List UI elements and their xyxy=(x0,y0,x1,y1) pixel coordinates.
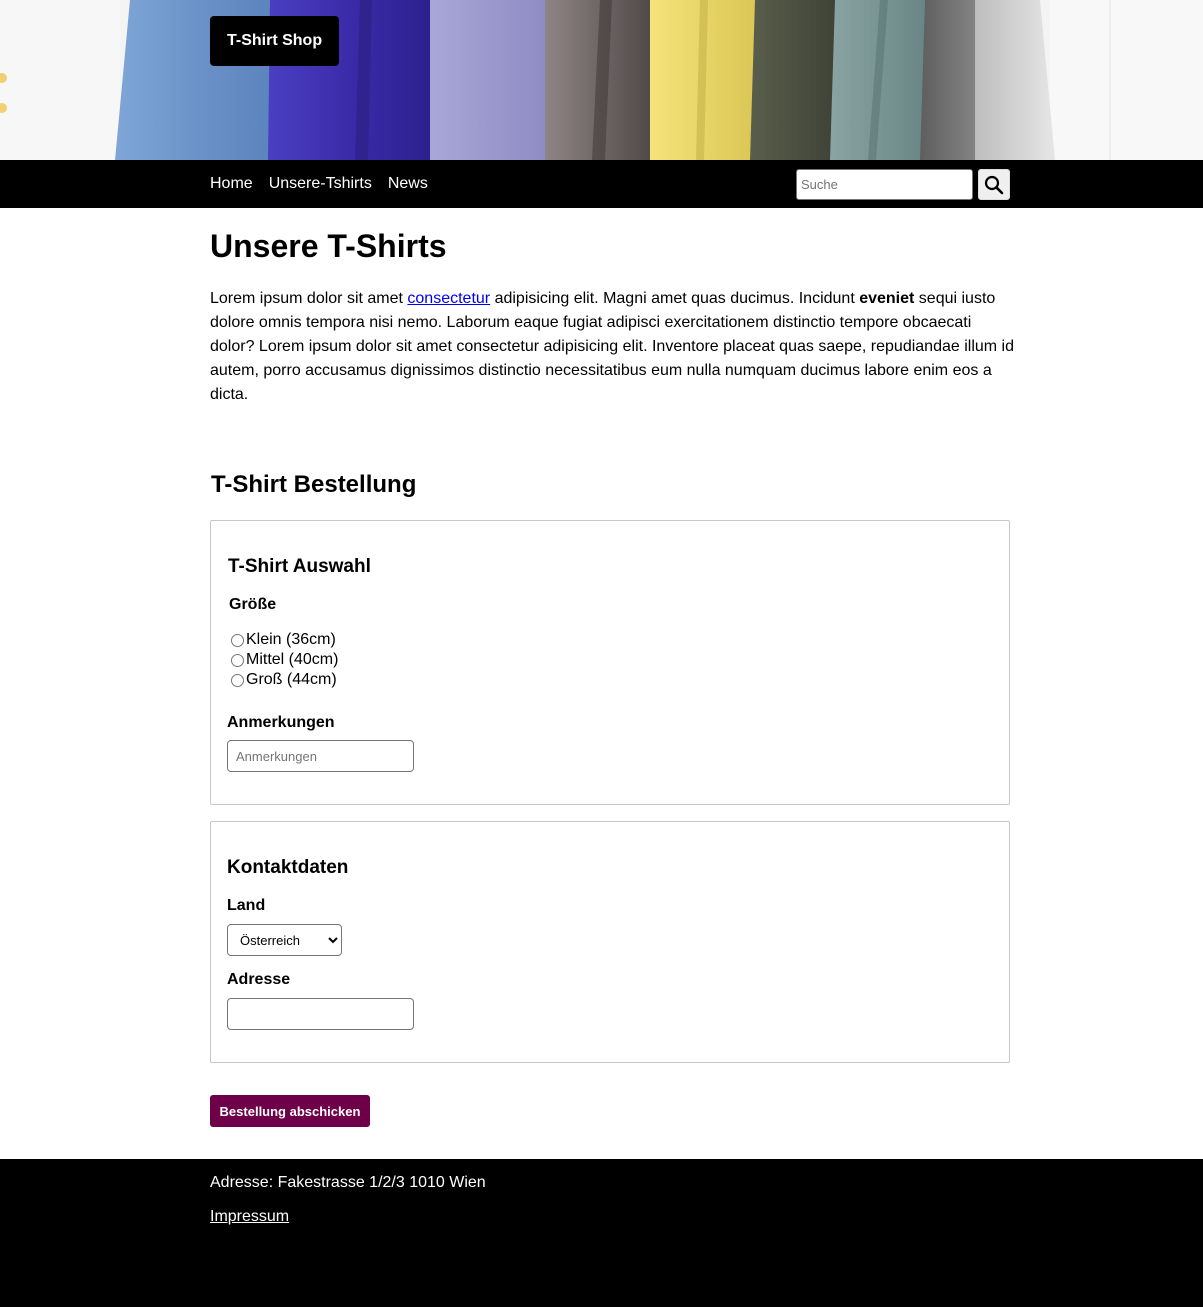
country-select[interactable]: Österreich xyxy=(227,924,342,956)
size-option-label: Groß (44cm) xyxy=(246,671,337,688)
search-input[interactable] xyxy=(796,169,973,200)
contact-legend: Kontaktdaten xyxy=(227,857,349,878)
intro-link[interactable]: consectetur xyxy=(407,290,490,307)
notes-input[interactable] xyxy=(227,740,414,772)
tshirt-selection-legend: T-Shirt Auswahl xyxy=(228,556,371,577)
nav-link-home[interactable]: Home xyxy=(210,175,253,193)
size-option-medium[interactable]: Mittel (40cm) xyxy=(231,650,338,670)
main-content: Unsere T-Shirts Lorem ipsum dolor sit am… xyxy=(0,208,1203,1159)
intro-text-2: adipisicing elit. Magni amet quas ducimu… xyxy=(490,290,860,307)
search-icon xyxy=(984,175,1004,194)
order-section-title: T-Shirt Bestellung xyxy=(211,471,417,498)
size-option-label: Mittel (40cm) xyxy=(246,651,339,668)
size-label: Größe xyxy=(229,596,277,613)
page-title: Unsere T-Shirts xyxy=(210,228,447,264)
country-label: Land xyxy=(227,897,266,914)
size-option-label: Klein (36cm) xyxy=(246,631,336,648)
tshirt-selection-fieldset: T-Shirt Auswahl Größe Klein (36cm) Mitte… xyxy=(210,520,1010,805)
nav-link-unsere-tshirts[interactable]: Unsere-Tshirts xyxy=(269,175,372,193)
search-button[interactable] xyxy=(978,169,1010,200)
contact-fieldset: Kontaktdaten Land Österreich Adresse xyxy=(210,821,1010,1063)
shop-logo[interactable]: T-Shirt Shop xyxy=(210,16,340,66)
hero-banner: T-Shirt Shop xyxy=(0,0,1203,160)
intro-paragraph: Lorem ipsum dolor sit amet consectetur a… xyxy=(210,287,1015,407)
intro-text-1: Lorem ipsum dolor sit amet xyxy=(210,290,408,307)
footer: Adresse: Fakestrasse 1/2/3 1010 Wien Imp… xyxy=(0,1159,1203,1307)
footer-address: Adresse: Fakestrasse 1/2/3 1010 Wien xyxy=(210,1174,486,1191)
nav-links: Home Unsere-Tshirts News xyxy=(210,160,444,208)
address-input[interactable] xyxy=(227,998,414,1030)
nav-link-news[interactable]: News xyxy=(388,175,428,193)
size-option-large[interactable]: Groß (44cm) xyxy=(231,670,337,690)
size-radio-medium[interactable] xyxy=(231,653,244,667)
notes-label: Anmerkungen xyxy=(227,714,335,731)
submit-order-button[interactable]: Bestellung abschicken xyxy=(210,1095,370,1127)
tshirts-hero-image xyxy=(0,0,1203,160)
intro-bold-word: eveniet xyxy=(859,290,915,307)
size-radio-large[interactable] xyxy=(231,673,244,687)
main-nav: Home Unsere-Tshirts News xyxy=(0,160,1203,208)
impressum-link[interactable]: Impressum xyxy=(210,1208,289,1226)
size-option-small[interactable]: Klein (36cm) xyxy=(231,630,336,650)
size-radio-small[interactable] xyxy=(231,633,244,647)
address-label: Adresse xyxy=(227,971,291,988)
